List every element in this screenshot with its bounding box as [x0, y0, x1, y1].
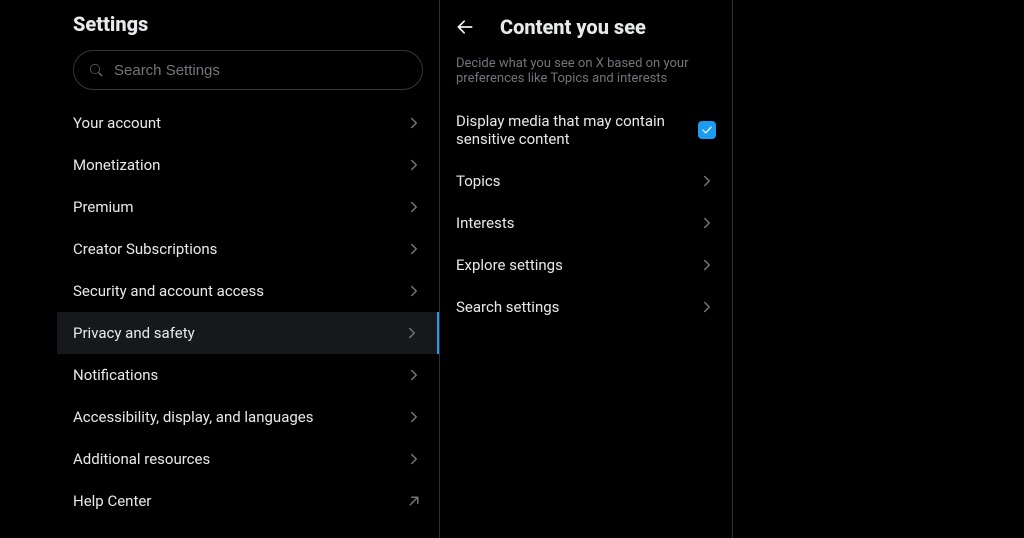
main-panel: Content you see Decide what you see on X… — [440, 0, 733, 538]
sidebar-item-label: Help Center — [73, 492, 151, 510]
sidebar-item-additional-resources[interactable]: Additional resources — [57, 438, 439, 480]
sidebar-item-accessibility-display-and-languages[interactable]: Accessibility, display, and languages — [57, 396, 439, 438]
back-arrow-icon — [455, 17, 475, 37]
content-item-explore-settings[interactable]: Explore settings — [440, 244, 732, 286]
main-header: Content you see — [440, 0, 732, 52]
sidebar-item-help-center[interactable]: Help Center — [57, 480, 439, 522]
sidebar-header: Settings — [57, 0, 439, 42]
sidebar-item-security-and-account-access[interactable]: Security and account access — [57, 270, 439, 312]
content-item-interests[interactable]: Interests — [440, 202, 732, 244]
chevron-right-icon — [405, 408, 423, 426]
search-input[interactable] — [114, 62, 408, 79]
sidebar-item-creator-subscriptions[interactable]: Creator Subscriptions — [57, 228, 439, 270]
sidebar-item-label: Notifications — [73, 366, 158, 384]
chevron-right-icon — [403, 324, 421, 342]
sidebar-item-label: Premium — [73, 198, 134, 216]
sidebar-item-label: Privacy and safety — [73, 324, 195, 342]
sidebar-item-label: Creator Subscriptions — [73, 240, 217, 258]
content-item-label: Search settings — [456, 298, 559, 316]
sidebar-item-label: Security and account access — [73, 282, 264, 300]
chevron-right-icon — [405, 450, 423, 468]
sidebar-item-label: Monetization — [73, 156, 160, 174]
chevron-right-icon — [405, 114, 423, 132]
sidebar-item-monetization[interactable]: Monetization — [57, 144, 439, 186]
sidebar-item-your-account[interactable]: Your account — [57, 102, 439, 144]
search-container — [57, 42, 439, 102]
chevron-right-icon — [405, 156, 423, 174]
external-link-icon — [405, 492, 423, 510]
chevron-right-icon — [405, 198, 423, 216]
chevron-right-icon — [698, 256, 716, 274]
sidebar-item-notifications[interactable]: Notifications — [57, 354, 439, 396]
sidebar-item-premium[interactable]: Premium — [57, 186, 439, 228]
content-item-search-settings[interactable]: Search settings — [440, 286, 732, 328]
outer-right-margin — [733, 0, 1024, 538]
content-item-topics[interactable]: Topics — [440, 160, 732, 202]
chevron-right-icon — [698, 214, 716, 232]
content-item-label: Explore settings — [456, 256, 563, 274]
content-items: Display media that may contain sensitive… — [440, 100, 732, 328]
sidebar-items: Your account Monetization Premium Creator S… — [57, 102, 439, 522]
main-title: Content you see — [500, 15, 646, 39]
check-icon — [700, 123, 714, 137]
back-button[interactable] — [448, 10, 482, 44]
sidebar-title: Settings — [73, 12, 423, 36]
content-item-label: Interests — [456, 214, 515, 232]
chevron-right-icon — [405, 282, 423, 300]
sidebar-item-label: Additional resources — [73, 450, 210, 468]
chevron-right-icon — [405, 366, 423, 384]
chevron-right-icon — [698, 172, 716, 190]
content-item-label: Topics — [456, 172, 500, 190]
outer-left-margin — [0, 0, 57, 538]
content-item-label: Display media that may contain sensitive… — [456, 112, 698, 148]
chevron-right-icon — [405, 240, 423, 258]
chevron-right-icon — [698, 298, 716, 316]
checkbox-display-media-that-may-contain-sensitive[interactable] — [698, 121, 716, 139]
sidebar-item-label: Accessibility, display, and languages — [73, 408, 313, 426]
search-input-wrapper[interactable] — [73, 50, 423, 90]
content-item-display-media-that-may-contain-sensitive[interactable]: Display media that may contain sensitive… — [440, 100, 732, 160]
main-description: Decide what you see on X based on your p… — [440, 52, 732, 100]
search-icon — [88, 62, 104, 78]
sidebar-item-label: Your account — [73, 114, 161, 132]
sidebar-item-privacy-and-safety[interactable]: Privacy and safety — [57, 312, 439, 354]
settings-sidebar: Settings Your account Monetization Premium… — [57, 0, 440, 538]
